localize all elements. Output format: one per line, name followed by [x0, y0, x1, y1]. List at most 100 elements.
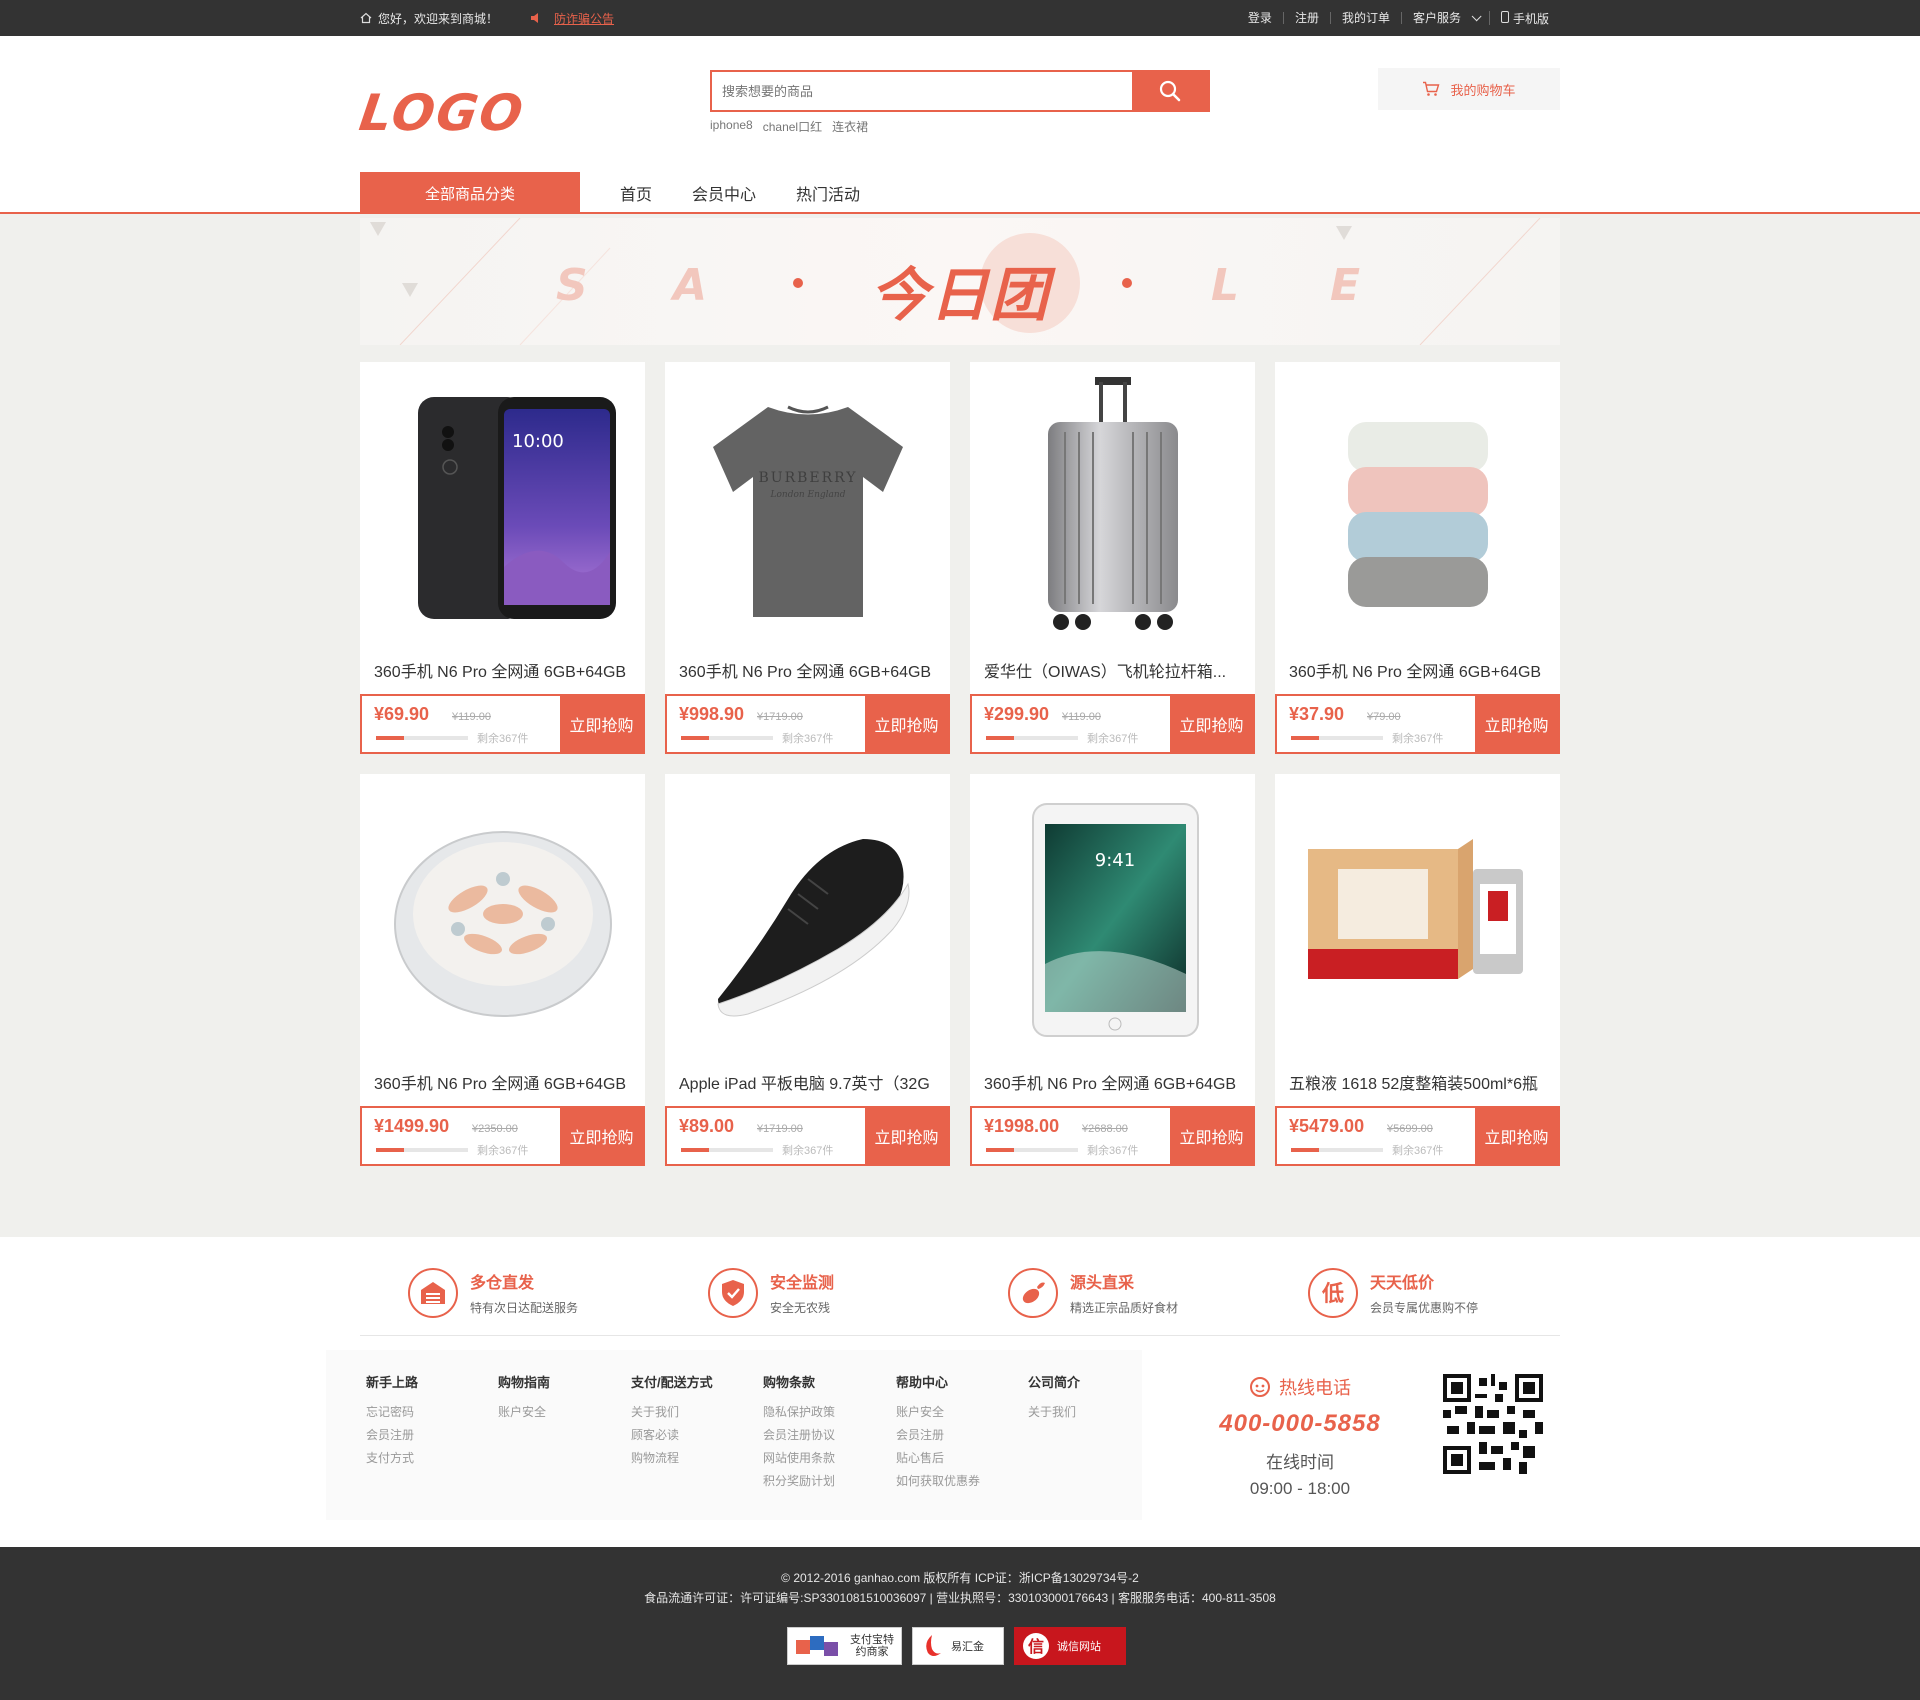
product-card[interactable]: 360手机 N6 Pro 全网通 6GB+64GB ¥37.90 ¥79.00 …	[1275, 362, 1560, 754]
product-name[interactable]: 360手机 N6 Pro 全网通 6GB+64GB	[374, 658, 634, 682]
buy-now-button[interactable]: 立即抢购	[865, 1108, 948, 1164]
license-text: 食品流通许可证：许可证编号:SP3301081510036097 | 营业执照号…	[644, 1591, 1276, 1605]
stock-remaining: 剩余367件	[1087, 1145, 1139, 1157]
hot-word-link[interactable]: iphone8	[710, 118, 753, 135]
nav-item-member-center[interactable]: 会员中心	[692, 181, 756, 205]
search-input[interactable]	[712, 72, 1132, 110]
customer-service-menu[interactable]: 客户服务	[1400, 10, 1489, 24]
buy-now-button[interactable]: 立即抢购	[865, 696, 948, 752]
product-name[interactable]: Apple iPad 平板电脑 9.7英寸（32G	[679, 1070, 939, 1094]
alipay-badge[interactable]: 支付宝特约商家	[787, 1627, 902, 1665]
stock-progress-fill	[1291, 736, 1319, 740]
register-link[interactable]: 注册	[1282, 12, 1330, 24]
product-card[interactable]: 360手机 N6 Pro 全网通 6GB+64GB ¥1499.90 ¥2350…	[360, 774, 645, 1166]
product-image[interactable]: BURBERRY London England	[665, 362, 950, 652]
buy-now-button[interactable]: 立即抢购	[560, 1108, 643, 1164]
credit-seal-icon: 信	[1023, 1633, 1049, 1659]
service-title: 安全监测	[770, 1275, 835, 1292]
product-name[interactable]: 360手机 N6 Pro 全网通 6GB+64GB	[984, 1070, 1244, 1094]
footer-link[interactable]: 网站使用条款	[763, 1447, 835, 1470]
footer-link[interactable]: 账户安全	[896, 1401, 980, 1424]
product-card[interactable]: 10:00 360手机 N6 Pro 全网通 6GB+64GB ¥69.90 ¥…	[360, 362, 645, 754]
product-image[interactable]	[970, 362, 1255, 652]
footer-link[interactable]: 购物流程	[631, 1447, 713, 1470]
nav-item-home[interactable]: 首页	[620, 181, 652, 205]
footer-link[interactable]: 忘记密码	[366, 1401, 418, 1424]
footer-column: 公司简介 关于我们	[1028, 1372, 1080, 1424]
buy-box: ¥1998.00 ¥2688.00 剩余367件 立即抢购	[970, 1106, 1255, 1166]
product-image[interactable]	[360, 774, 645, 1064]
vegetable-icon	[1008, 1267, 1058, 1318]
buy-now-button[interactable]: 立即抢购	[1475, 1108, 1558, 1164]
footer-link[interactable]: 如何获取优惠券	[896, 1470, 980, 1493]
headset-icon	[1250, 1377, 1270, 1397]
service-subtitle: 会员专属优惠购不停	[1370, 1301, 1479, 1315]
product-name[interactable]: 360手机 N6 Pro 全网通 6GB+64GB	[374, 1070, 634, 1094]
product-image[interactable]	[1275, 774, 1560, 1064]
product-card[interactable]: Apple iPad 平板电脑 9.7英寸（32G ¥89.00 ¥1719.0…	[665, 774, 950, 1166]
product-image[interactable]	[665, 774, 950, 1064]
product-card[interactable]: 五粮液 1618 52度整箱装500ml*6瓶 ¥5479.00 ¥5699.0…	[1275, 774, 1560, 1166]
product-card[interactable]: 9:41 360手机 N6 Pro 全网通 6GB+64GB ¥1998.00 …	[970, 774, 1255, 1166]
birdnest-image	[393, 831, 612, 1017]
product-card[interactable]: 爱华仕（OIWAS）飞机轮拉杆箱... ¥299.90 ¥119.00 剩余36…	[970, 362, 1255, 754]
buy-now-button[interactable]: 立即抢购	[1170, 1108, 1253, 1164]
footer-link[interactable]: 关于我们	[1028, 1401, 1080, 1424]
qr-code	[1443, 1374, 1543, 1474]
footer-column: 支付/配送方式 关于我们 顾客必读 购物流程	[631, 1372, 713, 1470]
banner-dot	[1122, 278, 1132, 288]
product-image[interactable]: 9:41	[970, 774, 1255, 1064]
hot-word-link[interactable]: chanel口红	[763, 118, 822, 135]
footer-link[interactable]: 账户安全	[498, 1401, 550, 1424]
service-item: 源头直采 精选正宗品质好食材	[960, 1250, 1260, 1335]
stock-remaining: 剩余367件	[1392, 1145, 1444, 1157]
home-icon	[360, 12, 372, 24]
mobile-version-link[interactable]: 手机版	[1488, 11, 1560, 26]
mobile-version-label: 手机版	[1512, 12, 1549, 26]
product-name[interactable]: 五粮液 1618 52度整箱装500ml*6瓶	[1289, 1070, 1549, 1094]
footer-link[interactable]: 会员注册协议	[763, 1424, 835, 1447]
search-button[interactable]	[1132, 72, 1208, 110]
low-price-icon: 低	[1308, 1267, 1358, 1318]
product-name[interactable]: 360手机 N6 Pro 全网通 6GB+64GB	[1289, 658, 1549, 682]
my-orders-link[interactable]: 我的订单	[1329, 12, 1401, 24]
buy-now-button[interactable]: 立即抢购	[1170, 696, 1253, 752]
buy-now-button[interactable]: 立即抢购	[1475, 696, 1558, 752]
product-name[interactable]: 爱华仕（OIWAS）飞机轮拉杆箱...	[984, 658, 1244, 682]
stock-progress	[986, 1148, 1078, 1152]
content-area: S A 今日团购 L E 10:00 360手机 N6 Pro	[0, 214, 1920, 1237]
cart-button[interactable]: 我的购物车	[1378, 68, 1560, 110]
towels-image	[1347, 422, 1488, 607]
footer-link[interactable]: 关于我们	[631, 1401, 713, 1424]
product-name[interactable]: 360手机 N6 Pro 全网通 6GB+64GB	[679, 658, 939, 682]
search-icon	[1159, 80, 1181, 102]
main-nav: 全部商品分类 首页 会员中心 热门活动	[0, 172, 1920, 214]
tshirt-image: BURBERRY London England	[712, 405, 903, 617]
footer-link[interactable]: 支付方式	[366, 1447, 418, 1470]
credit-site-badge[interactable]: 信 诚信网站	[1014, 1627, 1126, 1665]
service-features: 多仓直发 特有次日达配送服务 安全监测 安全无农残 源头直采 精选正宗品质好食材 低 …	[360, 1250, 1560, 1336]
fraud-notice-link[interactable]: 防诈骗公告	[554, 10, 614, 27]
footer-link[interactable]: 会员注册	[366, 1424, 418, 1447]
ehking-badge[interactable]: 易汇金	[912, 1627, 1004, 1665]
product-card[interactable]: BURBERRY London England 360手机 N6 Pro 全网通…	[665, 362, 950, 754]
footer-link[interactable]: 隐私保护政策	[763, 1401, 835, 1424]
nav-item-hot-events[interactable]: 热门活动	[796, 181, 860, 205]
hot-word-link[interactable]: 连衣裙	[832, 118, 868, 135]
product-image[interactable]: 10:00	[360, 362, 645, 652]
group-buy-banner: S A 今日团购 L E	[360, 218, 1560, 345]
credit-site-label: 诚信网站	[1057, 1641, 1101, 1653]
original-price: ¥5699.00	[1387, 1123, 1433, 1135]
footer-link[interactable]: 顾客必读	[631, 1424, 713, 1447]
speaker-icon	[531, 13, 539, 23]
footer-link[interactable]: 贴心售后	[896, 1447, 980, 1470]
footer-column-title: 帮助中心	[896, 1375, 949, 1390]
buy-now-button[interactable]: 立即抢购	[560, 696, 643, 752]
site-logo[interactable]: LOGO	[356, 84, 528, 142]
login-link[interactable]: 登录	[1237, 12, 1283, 24]
footer-link[interactable]: 会员注册	[896, 1424, 980, 1447]
buy-box: ¥5479.00 ¥5699.00 剩余367件 立即抢购	[1275, 1106, 1560, 1166]
all-categories-button[interactable]: 全部商品分类	[360, 172, 580, 214]
footer-link[interactable]: 积分奖励计划	[763, 1470, 835, 1493]
product-image[interactable]	[1275, 362, 1560, 652]
